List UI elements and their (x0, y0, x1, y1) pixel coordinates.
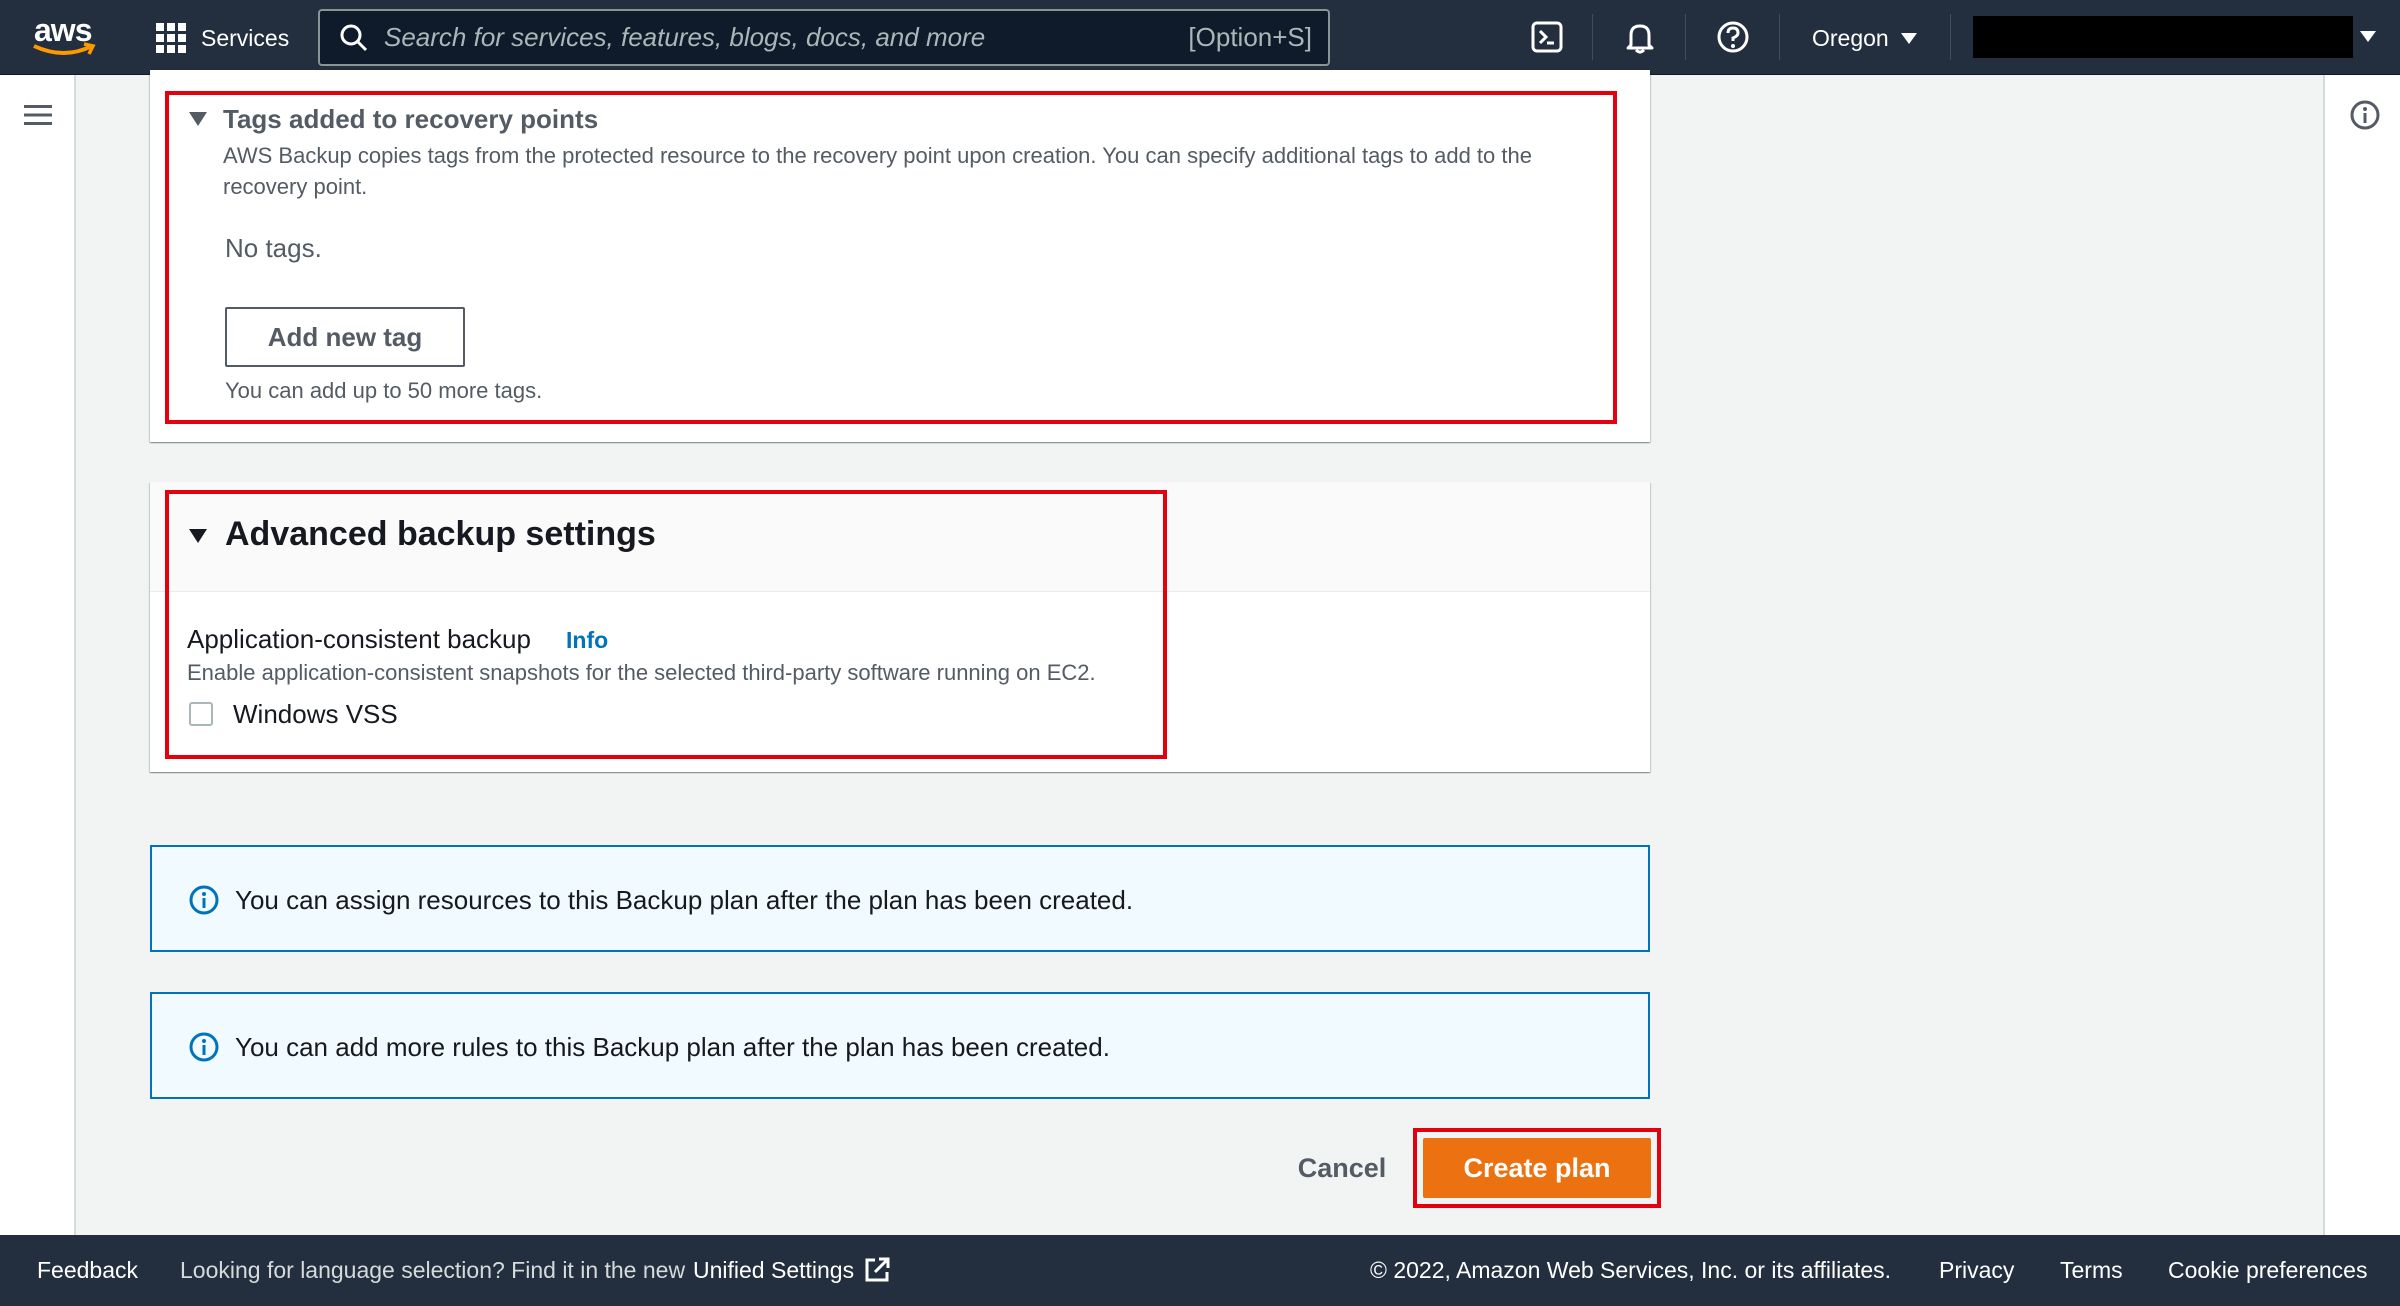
info-icon (189, 885, 219, 915)
hamburger-menu-icon[interactable] (24, 103, 52, 127)
account-menu-redacted[interactable] (1973, 16, 2353, 58)
highlight-box-create-plan (1413, 1128, 1661, 1208)
cloudshell-icon[interactable] (1530, 20, 1564, 54)
footer: Feedback Looking for language selection?… (0, 1235, 2400, 1306)
search-icon (340, 24, 368, 51)
external-link-icon[interactable] (863, 1256, 891, 1284)
account-caret-down-icon[interactable] (2360, 31, 2376, 42)
feedback-link[interactable]: Feedback (37, 1257, 138, 1284)
search-shortcut: [Option+S] (1188, 22, 1312, 52)
aws-smile-icon (33, 42, 96, 55)
info-alert-add-rules: You can add more rules to this Backup pl… (150, 992, 1650, 1099)
search-bar[interactable]: [Option+S] (318, 9, 1330, 66)
aws-logo[interactable]: aws (30, 12, 100, 62)
info-icon[interactable] (2349, 99, 2381, 131)
nav-divider (1779, 14, 1780, 60)
highlight-box-advanced (165, 490, 1167, 759)
nav-divider (1950, 14, 1951, 60)
cookie-preferences-link[interactable]: Cookie preferences (2168, 1257, 2367, 1284)
info-icon (189, 1032, 219, 1062)
cancel-button[interactable]: Cancel (1292, 1148, 1392, 1188)
services-menu[interactable]: Services (156, 20, 289, 56)
help-icon[interactable] (1716, 20, 1750, 54)
privacy-link[interactable]: Privacy (1939, 1257, 2014, 1284)
language-selection-text: Looking for language selection? Find it … (180, 1257, 686, 1283)
side-navigation-rail (0, 75, 76, 1235)
copyright-text: © 2022, Amazon Web Services, Inc. or its… (1370, 1257, 1892, 1283)
unified-settings-link[interactable]: Unified Settings (693, 1257, 854, 1284)
region-label: Oregon (1812, 24, 1889, 51)
region-selector[interactable]: Oregon (1812, 20, 1917, 56)
caret-down-icon (1900, 32, 1917, 44)
bell-icon[interactable] (1623, 20, 1657, 54)
terms-link[interactable]: Terms (2060, 1257, 2123, 1284)
help-panel-rail (2323, 75, 2400, 1235)
grid-icon (156, 23, 186, 53)
alert-text: You can assign resources to this Backup … (235, 885, 1134, 915)
info-alert-assign-resources: You can assign resources to this Backup … (150, 845, 1650, 952)
services-label: Services (201, 24, 290, 51)
nav-divider (1685, 14, 1686, 60)
highlight-box-tags (165, 91, 1617, 424)
search-input[interactable] (384, 22, 1189, 53)
top-navigation: aws Services [Option+S] Orego (0, 0, 2400, 75)
nav-divider (1592, 14, 1593, 60)
alert-text: You can add more rules to this Backup pl… (235, 1032, 1110, 1062)
